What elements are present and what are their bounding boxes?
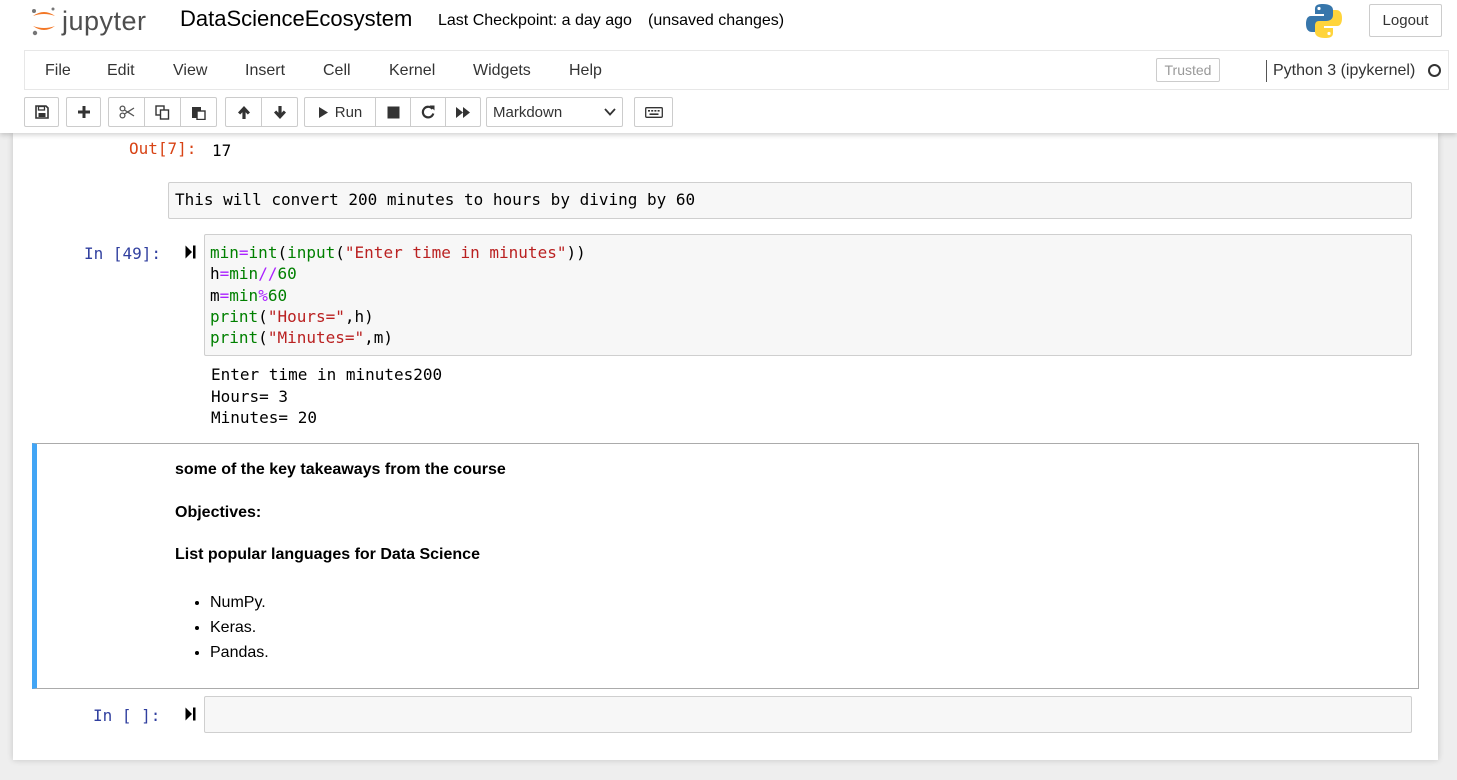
kernel-name[interactable]: Python 3 (ipykernel) <box>1273 62 1415 80</box>
header: jupyter DataScienceEcosystem Last Checkp… <box>0 0 1457 133</box>
keyboard-icon <box>644 106 663 118</box>
input-prompt: In [ ]: <box>93 706 161 725</box>
paste-button[interactable] <box>180 97 217 127</box>
logo-text: jupyter <box>62 5 147 36</box>
run-button[interactable]: Run <box>304 97 376 127</box>
empty-code-cell-editor[interactable] <box>204 696 1412 733</box>
move-up-button[interactable] <box>225 97 262 127</box>
run-cell-icon[interactable] <box>185 245 196 259</box>
autosave-status: (unsaved changes) <box>648 12 785 29</box>
arrow-up-icon <box>237 105 250 119</box>
code-cell-editor[interactable]: min=int(input("Enter time in minutes")) … <box>204 234 1412 356</box>
code-cell-output: Enter time in minutes200 Hours= 3 Minute… <box>211 364 442 429</box>
copy-button[interactable] <box>144 97 181 127</box>
menu-cell[interactable]: Cell <box>323 62 351 80</box>
list-item: NumPy. <box>210 590 269 615</box>
run-label: Run <box>334 103 363 121</box>
markdown-heading: some of the key takeaways from the cours… <box>175 461 506 478</box>
markdown-cell-selected[interactable]: some of the key takeaways from the cours… <box>32 443 1419 689</box>
output-line: Enter time in minutes200 <box>211 365 443 384</box>
arrow-down-icon <box>273 105 286 119</box>
list-item: Keras. <box>210 615 269 640</box>
output-value: 17 <box>212 141 232 160</box>
toolbar-save-group <box>24 97 59 127</box>
code-line: h=min//60 <box>210 264 297 284</box>
checkpoint-status: Last Checkpoint: a day ago <box>438 12 632 29</box>
cell-type-value: Markdown <box>493 103 563 121</box>
code-line: min=int(input("Enter time in minutes")) <box>210 243 586 262</box>
jupyter-logo[interactable]: jupyter <box>30 4 147 38</box>
cut-button[interactable] <box>108 97 145 127</box>
list-item: Pandas. <box>210 640 269 665</box>
copy-icon <box>155 104 170 120</box>
toolbar-edit-group <box>108 97 217 127</box>
markdown-cell-editor[interactable]: This will convert 200 minutes to hours b… <box>168 182 1412 219</box>
menu-kernel[interactable]: Kernel <box>389 62 435 80</box>
python-logo-icon <box>1306 4 1342 38</box>
restart-run-all-button[interactable] <box>445 97 481 127</box>
paste-icon <box>192 106 206 120</box>
kernel-status-icon <box>1428 64 1441 77</box>
restart-button[interactable] <box>410 97 446 127</box>
menu-help[interactable]: Help <box>569 62 602 80</box>
markdown-heading: List popular languages for Data Science <box>175 546 480 563</box>
output-prompt: Out[7]: <box>129 139 197 158</box>
kernel-divider <box>1266 60 1267 82</box>
interrupt-button[interactable] <box>375 97 411 127</box>
command-palette-button[interactable] <box>634 97 673 127</box>
output-line: Hours= 3 <box>211 386 289 406</box>
markdown-heading: Objectives: <box>175 504 262 521</box>
menubar: File Edit View Insert Cell Kernel Widget… <box>24 50 1449 90</box>
save-button[interactable] <box>24 97 59 127</box>
notebook-title[interactable]: DataScienceEcosystem <box>180 6 412 32</box>
insert-cell-button[interactable] <box>66 97 101 127</box>
markdown-list: NumPy. Keras. Pandas. <box>175 590 269 665</box>
toolbar-move-group <box>225 97 298 127</box>
menu-insert[interactable]: Insert <box>245 62 285 80</box>
toolbar-insert-group <box>66 97 101 127</box>
cut-icon <box>118 105 134 119</box>
logout-button[interactable]: Logout <box>1369 4 1442 37</box>
plus-icon <box>77 106 90 118</box>
stop-icon <box>387 106 399 118</box>
menu-widgets[interactable]: Widgets <box>473 62 531 80</box>
menu-file[interactable]: File <box>45 62 71 80</box>
notebook-container: Out[7]: 17 This will convert 200 minutes… <box>13 133 1438 760</box>
input-prompt: In [49]: <box>84 244 162 263</box>
jupyter-logo-icon <box>32 7 55 36</box>
chevron-down-icon <box>604 108 616 116</box>
toolbar-keyboard-group <box>634 97 673 127</box>
restart-icon <box>421 105 435 119</box>
menu-view[interactable]: View <box>173 62 207 80</box>
code-line: print("Minutes=",m) <box>210 328 394 348</box>
save-icon <box>34 105 49 119</box>
run-cell-icon[interactable] <box>185 707 196 721</box>
toolbar-run-group: Run <box>304 97 481 127</box>
play-icon <box>318 106 328 118</box>
menu-edit[interactable]: Edit <box>107 62 135 80</box>
move-down-button[interactable] <box>261 97 298 127</box>
trusted-indicator[interactable]: Trusted <box>1156 58 1220 82</box>
fast-forward-icon <box>456 106 470 118</box>
cell-type-select[interactable]: Markdown <box>486 97 623 127</box>
output-line: Minutes= 20 <box>211 408 317 427</box>
code-line: print("Hours=",h) <box>210 306 374 326</box>
code-line: m=min%60 <box>210 285 288 305</box>
